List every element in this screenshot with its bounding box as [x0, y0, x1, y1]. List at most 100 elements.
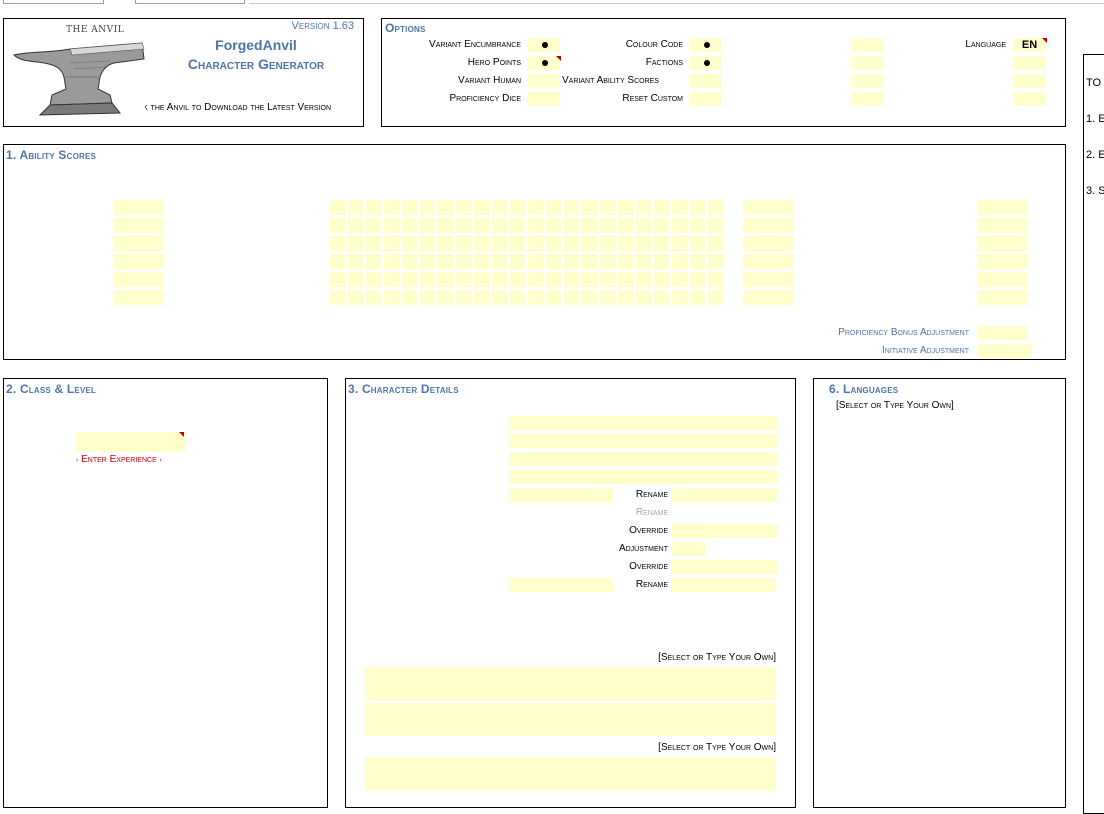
ability-bonus-cell-1-10[interactable]	[492, 200, 507, 215]
ability-bonus-cell-1-19[interactable]	[654, 200, 669, 215]
ability-bonus-cell-5-13[interactable]	[546, 272, 561, 287]
detail-field-3[interactable]	[509, 452, 777, 466]
ability-bonus-cell-1-14[interactable]	[564, 200, 579, 215]
ability-bonus-cell-6-21[interactable]	[690, 290, 705, 305]
ability-bonus-cell-4-3[interactable]	[366, 254, 381, 269]
ability-bonus-cell-6-18[interactable]	[636, 290, 651, 305]
ability-bonus-cell-4-13[interactable]	[546, 254, 561, 269]
ability-bonus-cell-2-11[interactable]	[510, 218, 525, 233]
ability-bonus-cell-3-19[interactable]	[654, 236, 669, 251]
ability-bonus-cell-5-4[interactable]	[384, 272, 399, 287]
ability-bonus-cell-2-3[interactable]	[366, 218, 381, 233]
ability-bonus-cell-6-19[interactable]	[654, 290, 669, 305]
ability-bonus-cell-2-7[interactable]	[438, 218, 453, 233]
ability-bonus-cell-6-5[interactable]	[402, 290, 417, 305]
ability-score-base-2[interactable]	[113, 218, 164, 233]
ability-modifier-6[interactable]	[977, 290, 1028, 305]
ability-bonus-cell-2-10[interactable]	[492, 218, 507, 233]
variant-ability-scores-toggle[interactable]	[689, 74, 722, 88]
ability-bonus-cell-5-17[interactable]	[618, 272, 633, 287]
ability-bonus-cell-5-22[interactable]	[708, 272, 723, 287]
ability-bonus-cell-2-12[interactable]	[528, 218, 543, 233]
ability-bonus-cell-3-8[interactable]	[456, 236, 471, 251]
ability-bonus-cell-4-22[interactable]	[708, 254, 723, 269]
option-slot-2[interactable]	[851, 56, 884, 70]
ability-bonus-cell-1-4[interactable]	[384, 200, 399, 215]
detail-field-2[interactable]	[509, 434, 777, 448]
experience-input[interactable]	[75, 432, 185, 452]
ability-bonus-cell-1-17[interactable]	[618, 200, 633, 215]
ability-modifier-5[interactable]	[977, 272, 1028, 287]
ability-bonus-cell-2-6[interactable]	[420, 218, 435, 233]
ability-bonus-cell-1-12[interactable]	[528, 200, 543, 215]
ability-bonus-cell-2-13[interactable]	[546, 218, 561, 233]
ability-score-total-2[interactable]	[743, 218, 794, 233]
ability-bonus-cell-4-4[interactable]	[384, 254, 399, 269]
ability-bonus-cell-4-21[interactable]	[690, 254, 705, 269]
ability-bonus-cell-6-8[interactable]	[456, 290, 471, 305]
ability-bonus-cell-6-7[interactable]	[438, 290, 453, 305]
ability-bonus-cell-4-17[interactable]	[618, 254, 633, 269]
ability-bonus-cell-3-16[interactable]	[600, 236, 615, 251]
ability-bonus-cell-5-20[interactable]	[672, 272, 687, 287]
ability-score-base-5[interactable]	[113, 272, 164, 287]
ability-bonus-cell-5-11[interactable]	[510, 272, 525, 287]
override-input-1[interactable]	[671, 524, 778, 538]
ability-bonus-cell-3-6[interactable]	[420, 236, 435, 251]
ability-bonus-cell-6-17[interactable]	[618, 290, 633, 305]
ability-bonus-cell-6-13[interactable]	[546, 290, 561, 305]
ability-bonus-cell-2-21[interactable]	[690, 218, 705, 233]
ability-bonus-cell-1-7[interactable]	[438, 200, 453, 215]
option-slot-1[interactable]	[851, 38, 884, 52]
ability-bonus-cell-3-11[interactable]	[510, 236, 525, 251]
ability-bonus-cell-4-6[interactable]	[420, 254, 435, 269]
ability-bonus-cell-4-19[interactable]	[654, 254, 669, 269]
ability-bonus-cell-1-11[interactable]	[510, 200, 525, 215]
ability-bonus-cell-4-20[interactable]	[672, 254, 687, 269]
ability-bonus-cell-5-9[interactable]	[474, 272, 489, 287]
ability-bonus-cell-1-16[interactable]	[600, 200, 615, 215]
ability-bonus-cell-4-14[interactable]	[564, 254, 579, 269]
proficiency-dice-toggle[interactable]	[527, 92, 560, 106]
ability-bonus-cell-2-18[interactable]	[636, 218, 651, 233]
ability-bonus-cell-6-4[interactable]	[384, 290, 399, 305]
ability-bonus-cell-1-20[interactable]	[672, 200, 687, 215]
ability-bonus-cell-3-14[interactable]	[564, 236, 579, 251]
ability-bonus-cell-5-7[interactable]	[438, 272, 453, 287]
ability-bonus-cell-6-1[interactable]	[330, 290, 345, 305]
ability-bonus-cell-3-10[interactable]	[492, 236, 507, 251]
override-input-2[interactable]	[671, 560, 778, 574]
ability-bonus-cell-1-6[interactable]	[420, 200, 435, 215]
ability-bonus-cell-5-12[interactable]	[528, 272, 543, 287]
ability-bonus-cell-3-5[interactable]	[402, 236, 417, 251]
ability-bonus-cell-4-10[interactable]	[492, 254, 507, 269]
ability-bonus-cell-4-1[interactable]	[330, 254, 345, 269]
rename-input-1[interactable]	[671, 488, 777, 502]
anvil-icon[interactable]	[10, 33, 150, 121]
ability-bonus-cell-1-1[interactable]	[330, 200, 345, 215]
download-link[interactable]: Click the Anvil to Download the Latest V…	[145, 102, 363, 113]
ability-bonus-cell-2-19[interactable]	[654, 218, 669, 233]
ability-bonus-cell-3-12[interactable]	[528, 236, 543, 251]
ability-bonus-cell-5-19[interactable]	[654, 272, 669, 287]
sheet-tab-2[interactable]	[135, 0, 245, 4]
ability-bonus-cell-6-14[interactable]	[564, 290, 579, 305]
ability-bonus-cell-6-22[interactable]	[708, 290, 723, 305]
adjustment-input[interactable]	[671, 542, 706, 556]
detail-field-6[interactable]	[509, 578, 613, 592]
ability-bonus-cell-2-16[interactable]	[600, 218, 615, 233]
ability-bonus-cell-4-5[interactable]	[402, 254, 417, 269]
ability-bonus-cell-3-7[interactable]	[438, 236, 453, 251]
ability-modifier-1[interactable]	[977, 200, 1028, 215]
option-slot-3[interactable]	[851, 74, 884, 88]
ability-score-total-3[interactable]	[743, 236, 794, 251]
ability-bonus-cell-1-9[interactable]	[474, 200, 489, 215]
ability-bonus-cell-5-21[interactable]	[690, 272, 705, 287]
ability-score-total-5[interactable]	[743, 272, 794, 287]
ability-bonus-cell-2-2[interactable]	[348, 218, 363, 233]
ability-bonus-cell-5-10[interactable]	[492, 272, 507, 287]
ability-bonus-cell-1-2[interactable]	[348, 200, 363, 215]
detail-textarea-3[interactable]	[365, 757, 776, 791]
ability-bonus-cell-5-16[interactable]	[600, 272, 615, 287]
ability-bonus-cell-5-14[interactable]	[564, 272, 579, 287]
